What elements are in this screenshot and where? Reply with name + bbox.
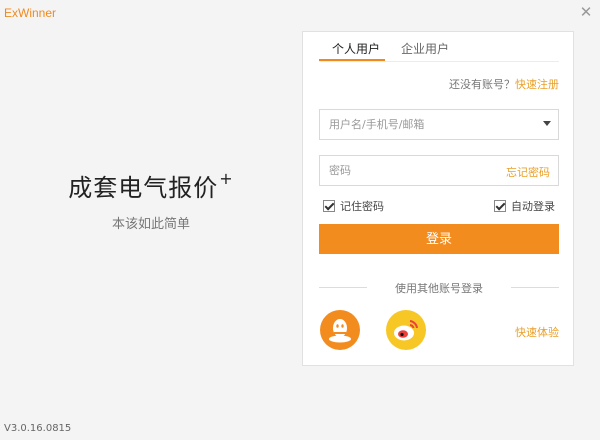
qq-login-button[interactable] bbox=[320, 310, 360, 350]
slogan-plus: + bbox=[219, 169, 234, 188]
auto-login-checkbox[interactable] bbox=[494, 200, 506, 212]
password-field: 忘记密码 bbox=[319, 155, 559, 186]
weibo-login-button[interactable] bbox=[386, 310, 426, 350]
quick-experience-link[interactable]: 快速体验 bbox=[515, 324, 559, 340]
login-panel: 个人用户 企业用户 还没有账号？快速注册 忘记密码 记住密码 自动登录 登录 使… bbox=[302, 31, 574, 366]
chevron-down-icon[interactable] bbox=[543, 121, 551, 126]
login-button[interactable]: 登录 bbox=[319, 224, 559, 254]
divider-right bbox=[511, 287, 559, 288]
quick-register-link[interactable]: 快速注册 bbox=[515, 78, 559, 91]
other-login-label: 使用其他账号登录 bbox=[395, 282, 483, 295]
tab-personal[interactable]: 个人用户 bbox=[332, 40, 380, 57]
other-login-divider: 使用其他账号登录 bbox=[319, 280, 559, 295]
slogan: 成套电气报价+ 本该如此简单 bbox=[0, 168, 302, 232]
remember-password-option[interactable]: 记住密码 bbox=[323, 198, 384, 214]
username-input[interactable] bbox=[320, 110, 558, 139]
forgot-password-link[interactable]: 忘记密码 bbox=[506, 164, 550, 180]
slogan-main: 成套电气报价 bbox=[68, 174, 219, 202]
close-icon[interactable]: ✕ bbox=[578, 4, 594, 20]
slogan-subtitle: 本该如此简单 bbox=[111, 217, 190, 232]
user-type-tabs: 个人用户 企业用户 bbox=[319, 32, 559, 62]
version-label: V3.0.16.0815 bbox=[4, 423, 72, 434]
qq-icon bbox=[329, 319, 351, 343]
tab-enterprise[interactable]: 企业用户 bbox=[401, 40, 449, 57]
remember-password-label: 记住密码 bbox=[340, 200, 384, 213]
active-tab-indicator bbox=[319, 59, 385, 61]
weibo-icon bbox=[394, 320, 418, 341]
register-prompt: 还没有账号？快速注册 bbox=[449, 76, 559, 92]
app-title: ExWinner bbox=[4, 6, 57, 20]
username-field bbox=[319, 109, 559, 140]
auto-login-label: 自动登录 bbox=[511, 200, 555, 213]
auto-login-option[interactable]: 自动登录 bbox=[494, 198, 555, 214]
register-prompt-text: 还没有账号？ bbox=[449, 78, 515, 91]
remember-password-checkbox[interactable] bbox=[323, 200, 335, 212]
